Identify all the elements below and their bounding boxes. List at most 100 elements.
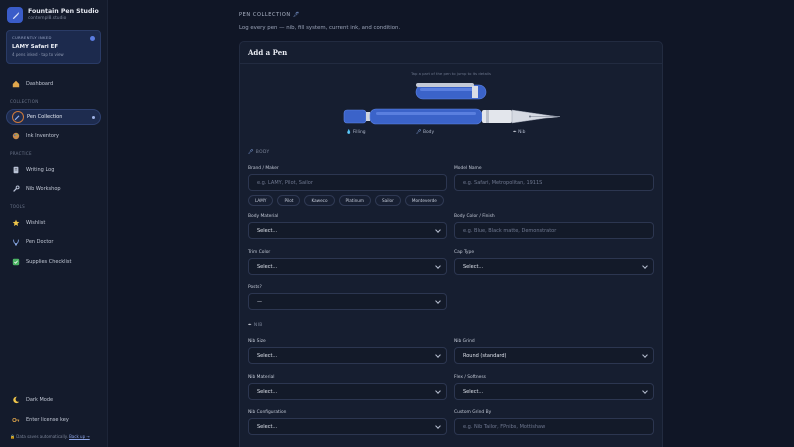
sidebar-item-supplies-checklist[interactable]: Supplies Checklist bbox=[6, 254, 101, 270]
lock-icon: 🔒 bbox=[10, 434, 15, 439]
nib-icon: ✒ bbox=[248, 323, 253, 328]
status-dot-icon bbox=[90, 36, 95, 41]
chevron-down-icon bbox=[435, 388, 441, 394]
pen-diagram-hint: Tap a part of the pen to jump to its det… bbox=[410, 71, 492, 76]
sidebar-item-pen-doctor[interactable]: Pen Doctor bbox=[6, 234, 101, 250]
license-label: Enter license key bbox=[26, 417, 69, 423]
sidebar-item-label: Dashboard bbox=[26, 81, 54, 87]
part-nib-button[interactable]: ✒ Nib bbox=[513, 130, 525, 135]
brand-chip-pilot[interactable]: Pilot bbox=[277, 195, 301, 206]
trim-color-label: Trim Color bbox=[248, 250, 271, 255]
doctor-icon bbox=[11, 237, 21, 247]
body-material-select[interactable]: Select... bbox=[248, 222, 447, 239]
brand-chip-lamy[interactable]: LAMY bbox=[248, 195, 274, 206]
trim-color-select[interactable]: Select... bbox=[248, 258, 447, 275]
pen-cap[interactable] bbox=[415, 83, 487, 100]
brand-chips: LAMY Pilot Kaweco Platinum Sailor Montev… bbox=[248, 195, 444, 206]
select-value: Round (standard) bbox=[463, 352, 507, 359]
nib-config-label: Nib Configuration bbox=[248, 410, 287, 415]
pen-filling[interactable] bbox=[343, 109, 370, 124]
pen-nib[interactable] bbox=[511, 109, 561, 124]
cap-type-label: Cap Type bbox=[454, 250, 475, 255]
part-label: Body bbox=[422, 130, 435, 135]
nib-grind-select[interactable]: Round (standard) bbox=[454, 347, 654, 364]
chevron-down-icon bbox=[642, 263, 648, 269]
flex-label: Flex / Softness bbox=[454, 375, 486, 380]
star-icon bbox=[11, 218, 21, 228]
sidebar-item-label: Ink Inventory bbox=[26, 133, 60, 139]
sidebar-item-ink-inventory[interactable]: Ink Inventory bbox=[6, 128, 101, 144]
sidebar-item-nib-workshop[interactable]: Nib Workshop bbox=[6, 181, 101, 197]
nib-config-select[interactable]: Select... bbox=[248, 418, 447, 435]
chevron-down-icon bbox=[435, 298, 441, 304]
sidebar-item-wishlist[interactable]: Wishlist bbox=[6, 215, 101, 231]
page-kicker-text: PEN COLLECTION bbox=[239, 12, 291, 18]
app-subtitle: contempl8.studio bbox=[28, 16, 67, 21]
section-title: BODY bbox=[255, 150, 270, 155]
select-value: Select... bbox=[463, 388, 484, 395]
custom-grind-input[interactable]: e.g. Nib Tailor, FPnibs, Mottishaw bbox=[454, 418, 654, 435]
pen-icon: 🖊 bbox=[292, 12, 300, 18]
checkbox-icon bbox=[11, 257, 21, 267]
nib-size-label: Nib Size bbox=[248, 339, 266, 344]
inked-label: CURRENTLY INKED bbox=[12, 35, 52, 40]
moon-icon bbox=[11, 395, 21, 405]
notebook-icon bbox=[11, 165, 21, 175]
brand-chip-platinum[interactable]: Platinum bbox=[338, 195, 371, 206]
brand-label: Brand / Maker bbox=[248, 166, 279, 171]
inked-pen-name: LAMY Safari EF bbox=[12, 44, 59, 50]
body-color-input[interactable]: e.g. Blue, Black matte, Demonstrator bbox=[454, 222, 654, 239]
part-body-button[interactable]: 🖊 Body bbox=[416, 130, 434, 135]
select-value: Select... bbox=[257, 423, 278, 430]
custom-grind-label: Custom Grind By bbox=[454, 410, 492, 415]
key-icon bbox=[11, 415, 21, 425]
pen-body[interactable] bbox=[369, 108, 483, 125]
app-title: Fountain Pen Studio bbox=[28, 8, 99, 15]
dark-mode-toggle[interactable]: Dark Mode bbox=[6, 392, 101, 408]
add-pen-card: Add a Pen Tap a part of the pen to jump … bbox=[239, 41, 663, 447]
sidebar-item-label: Nib Workshop bbox=[26, 186, 61, 192]
cap-type-select[interactable]: Select... bbox=[454, 258, 654, 275]
chevron-down-icon bbox=[435, 352, 441, 358]
sidebar-item-label: Supplies Checklist bbox=[26, 259, 72, 265]
posts-select[interactable]: — bbox=[248, 293, 447, 310]
part-filling-button[interactable]: 💧 Filling bbox=[346, 130, 366, 135]
flex-select[interactable]: Select... bbox=[454, 383, 654, 400]
select-value: Select... bbox=[463, 263, 484, 270]
home-icon bbox=[11, 79, 21, 89]
currently-inked-card[interactable]: CURRENTLY INKED LAMY Safari EF 4 pens in… bbox=[6, 30, 101, 64]
brand-input[interactable]: e.g. LAMY, Pilot, Sailor bbox=[248, 174, 447, 191]
section-title: NIB bbox=[253, 323, 263, 328]
body-section-heading: 🖊 BODY bbox=[248, 150, 270, 155]
model-input[interactable]: e.g. Safari, Metropolitan, 1911S bbox=[454, 174, 654, 191]
part-label: Nib bbox=[518, 130, 526, 135]
nav-section-collection: COLLECTION bbox=[10, 99, 39, 104]
brand[interactable]: Fountain Pen Studio contempl8.studio bbox=[7, 7, 99, 23]
sidebar-item-pen-collection[interactable]: Pen Collection bbox=[6, 109, 101, 125]
card-header: Add a Pen bbox=[240, 42, 662, 64]
license-key-button[interactable]: Enter license key bbox=[6, 412, 101, 428]
brand-chip-monteverde[interactable]: Monteverde bbox=[404, 195, 444, 206]
active-ring bbox=[12, 111, 24, 123]
chevron-down-icon bbox=[642, 388, 648, 394]
body-color-label: Body Color / Finish bbox=[454, 214, 495, 219]
brand-chip-sailor[interactable]: Sailor bbox=[375, 195, 401, 206]
chevron-down-icon bbox=[435, 423, 441, 429]
sidebar-item-label: Wishlist bbox=[26, 220, 46, 226]
sidebar-item-writing-log[interactable]: Writing Log bbox=[6, 162, 101, 178]
select-value: Select... bbox=[257, 352, 278, 359]
backup-link[interactable]: Back up → bbox=[69, 434, 90, 439]
brand-chip-kaweco[interactable]: Kaweco bbox=[304, 195, 335, 206]
nib-material-select[interactable]: Select... bbox=[248, 383, 447, 400]
sidebar-item-dashboard[interactable]: Dashboard bbox=[6, 76, 101, 92]
pen-diagram bbox=[340, 80, 564, 136]
card-title: Add a Pen bbox=[248, 48, 288, 57]
nav-section-practice: PRACTICE bbox=[10, 151, 32, 156]
pen-logo-icon bbox=[7, 7, 23, 23]
autosave-text: Data saves automatically. bbox=[16, 434, 68, 439]
select-value: Select... bbox=[257, 227, 278, 234]
pen-icon: 🖊 bbox=[248, 150, 254, 155]
inked-info: 4 pens inked · tap to view bbox=[12, 52, 64, 57]
nib-size-select[interactable]: Select... bbox=[248, 347, 447, 364]
chevron-down-icon bbox=[642, 352, 648, 358]
